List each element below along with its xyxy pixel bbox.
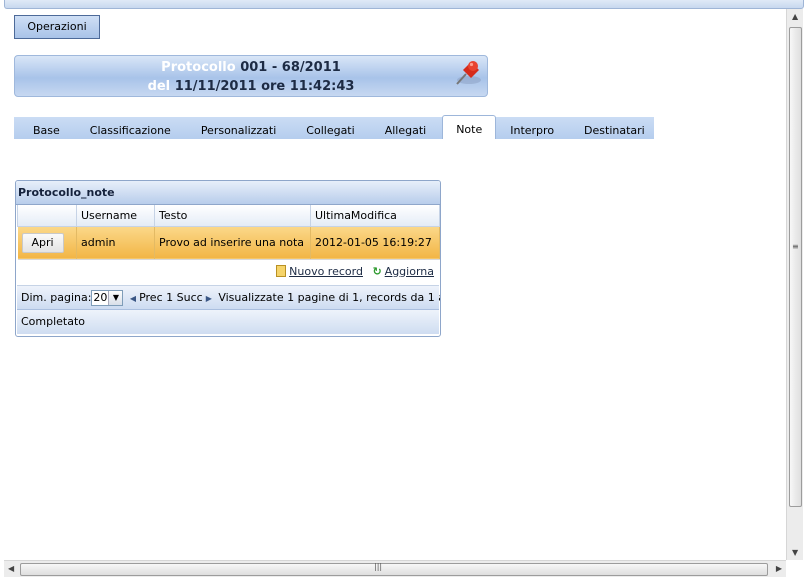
scroll-left-icon[interactable]: ◀ — [8, 564, 14, 573]
grid-actions: Nuovo record ↻ Aggiorna — [17, 260, 439, 286]
protocol-date: 11/11/2011 ore 11:42:43 — [174, 79, 355, 94]
cell-testo: Provo ad inserire una nota — [154, 226, 311, 260]
cell-ultima-modifica: 2012-01-05 16:19:27 — [310, 226, 440, 260]
column-header-ultima-modifica[interactable]: UltimaModifica — [310, 205, 440, 227]
notes-grid: Protocollo_note Username Testo UltimaMod… — [15, 180, 441, 337]
prev-page-link[interactable]: Prec — [139, 291, 163, 304]
scroll-down-icon[interactable]: ▼ — [792, 548, 798, 557]
grip-icon: ||| — [374, 562, 383, 571]
tab-base[interactable]: Base — [19, 117, 76, 139]
cell-username: admin — [76, 226, 155, 260]
protocol-number: 001 - 68/2011 — [240, 60, 341, 75]
table-row[interactable]: Apri admin Provo ad inserire una nota 20… — [17, 226, 440, 260]
tab-interpro[interactable]: Interpro — [496, 117, 570, 139]
pushpin-icon — [456, 61, 481, 85]
protocol-label: Protocollo — [161, 60, 236, 75]
protocol-line: Protocollo 001 - 68/2011 — [15, 58, 487, 77]
page-size-value: 20 — [93, 290, 108, 304]
refresh-link[interactable]: Aggiorna — [385, 265, 434, 278]
document-icon — [276, 264, 287, 277]
open-button[interactable]: Apri — [21, 232, 64, 253]
grip-icon: ≡ — [792, 242, 799, 251]
tab-classificazione[interactable]: Classificazione — [76, 117, 187, 139]
top-frame-strip — [4, 0, 804, 9]
page-size-select[interactable]: 20 ▼ — [91, 289, 124, 306]
next-arrow-icon[interactable]: ▶ — [206, 294, 212, 303]
next-page-link[interactable]: Succ — [177, 291, 203, 304]
tab-collegati[interactable]: Collegati — [292, 117, 370, 139]
tab-note[interactable]: Note — [442, 115, 497, 139]
chevron-down-icon: ▼ — [108, 290, 123, 305]
grid-title: Protocollo_note — [16, 181, 440, 205]
notes-table: Username Testo UltimaModifica Apri admin… — [17, 205, 440, 260]
protocol-header: Protocollo 001 - 68/2011 del 11/11/2011 … — [14, 55, 488, 97]
status-text: Completato — [17, 309, 439, 334]
page-size-label: Dim. pagina: — [21, 290, 92, 304]
table-header-row: Username Testo UltimaModifica — [17, 205, 440, 227]
tab-destinatari[interactable]: Destinatari — [570, 117, 661, 139]
tab-bar: Base Classificazione Personalizzati Coll… — [14, 115, 654, 139]
column-header-action — [17, 205, 77, 227]
column-header-username[interactable]: Username — [76, 205, 155, 227]
tab-allegati[interactable]: Allegati — [371, 117, 443, 139]
row-action-cell: Apri — [17, 226, 77, 260]
vertical-scroll-thumb[interactable] — [789, 27, 802, 507]
refresh-icon: ↻ — [372, 264, 382, 278]
current-page: 1 — [166, 290, 174, 304]
scroll-right-icon[interactable]: ▶ — [776, 564, 782, 573]
operations-button[interactable]: Operazioni — [14, 15, 100, 39]
vertical-scrollbar[interactable]: ▲ ≡ ▼ — [786, 9, 803, 560]
pager-summary: Visualizzate 1 pagine di 1, records da 1… — [218, 290, 440, 304]
horizontal-scrollbar[interactable]: ◀ ||| ▶ — [4, 560, 786, 577]
protocol-date-line: del 11/11/2011 ore 11:42:43 — [15, 77, 487, 96]
prev-arrow-icon[interactable]: ◀ — [130, 294, 136, 303]
new-record-link[interactable]: Nuovo record — [289, 265, 363, 278]
scroll-up-icon[interactable]: ▲ — [792, 12, 798, 21]
pager-bar: Dim. pagina: 20 ▼ ◀ Prec 1 Succ ▶ Visualizza… — [17, 285, 440, 310]
horizontal-scroll-thumb[interactable] — [20, 563, 768, 576]
column-header-testo[interactable]: Testo — [154, 205, 311, 227]
tab-personalizzati[interactable]: Personalizzati — [187, 117, 292, 139]
date-label: del — [147, 79, 171, 94]
